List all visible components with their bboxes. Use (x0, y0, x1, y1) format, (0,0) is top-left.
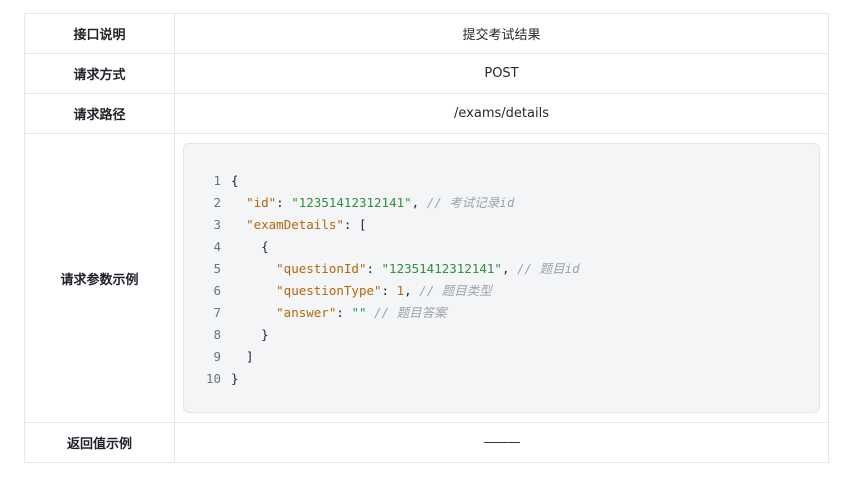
code-comment: // 考试记录id (426, 195, 515, 210)
line-number: 7 (213, 305, 221, 320)
code-line: 1{ (184, 170, 819, 192)
row-value-method: POST (174, 53, 829, 94)
code-sep (367, 302, 375, 324)
line-number: 4 (213, 239, 221, 254)
code-line: 9 ] (184, 346, 819, 368)
code-sep: : (336, 305, 352, 320)
code-key: "questionId" (276, 261, 367, 276)
api-doc-table: 接口说明 提交考试结果 请求方式 POST 请求路径 /exams/detail… (24, 13, 829, 463)
code-number: 1 (396, 283, 405, 298)
code-comment: // 题目id (517, 261, 580, 276)
code-string: "" (351, 305, 367, 320)
code-text: { (231, 239, 269, 254)
code-comment: // 题目类型 (419, 283, 492, 298)
code-string: "12351412312141" (291, 195, 412, 210)
table-row: 接口说明 提交考试结果 (24, 13, 829, 54)
code-sep: : (381, 283, 397, 298)
line-number: 5 (213, 261, 221, 276)
code-text: { (231, 173, 239, 188)
code-line: 6 "questionType": 1, // 题目类型 (184, 280, 819, 302)
row-key-path: 请求路径 (24, 93, 175, 134)
code-line: 5 "questionId": "12351412312141", // 题目i… (184, 258, 819, 280)
code-line: 10} (184, 368, 819, 390)
code-key: "examDetails" (246, 217, 344, 232)
line-number: 9 (213, 349, 221, 364)
code-key: "questionType" (276, 283, 382, 298)
code-sep: : (276, 195, 292, 210)
code-key: "id" (246, 195, 277, 210)
table-row: 请求方式 POST (24, 53, 829, 94)
row-key-method: 请求方式 (24, 53, 175, 94)
line-number: 2 (213, 195, 221, 210)
code-line: 3 "examDetails": [ (184, 214, 819, 236)
code-line: 2 "id": "12351412312141", // 考试记录id (184, 192, 819, 214)
table-row: 返回值示例 ——— (24, 422, 829, 463)
code-line: 4 { (184, 236, 819, 258)
row-value-description: 提交考试结果 (174, 13, 829, 54)
code-sep: , (404, 283, 420, 298)
code-sep: : [ (343, 217, 367, 232)
row-value-path: /exams/details (174, 93, 829, 134)
line-number: 3 (213, 217, 221, 232)
row-key-response-example: 返回值示例 (24, 422, 175, 463)
code-text: } (231, 371, 239, 386)
row-value-request-example: 1{ 2 "id": "12351412312141", // 考试记录id 3… (174, 133, 829, 423)
code-key: "answer" (276, 305, 337, 320)
line-number: 8 (213, 327, 221, 342)
code-line: 7 "answer": "" // 题目答案 (184, 302, 819, 324)
code-block: 1{ 2 "id": "12351412312141", // 考试记录id 3… (183, 143, 820, 413)
row-value-response-example: ——— (174, 422, 829, 463)
code-sep: : (366, 261, 382, 276)
line-number: 1 (213, 173, 221, 188)
row-key-description: 接口说明 (24, 13, 175, 54)
line-number: 10 (205, 371, 221, 386)
table-row: 请求路径 /exams/details (24, 93, 829, 134)
table-row: 请求参数示例 1{ 2 "id": "12351412312141", // 考… (24, 133, 829, 423)
code-sep: , (411, 195, 427, 210)
row-key-request-example: 请求参数示例 (24, 133, 175, 423)
code-comment: // 题目答案 (374, 305, 447, 320)
code-text: ] (231, 349, 254, 364)
code-sep: , (501, 261, 518, 276)
code-text: } (231, 327, 269, 342)
code-line: 8 } (184, 324, 819, 346)
line-number: 6 (213, 283, 221, 298)
code-string: "12351412312141" (381, 261, 502, 276)
